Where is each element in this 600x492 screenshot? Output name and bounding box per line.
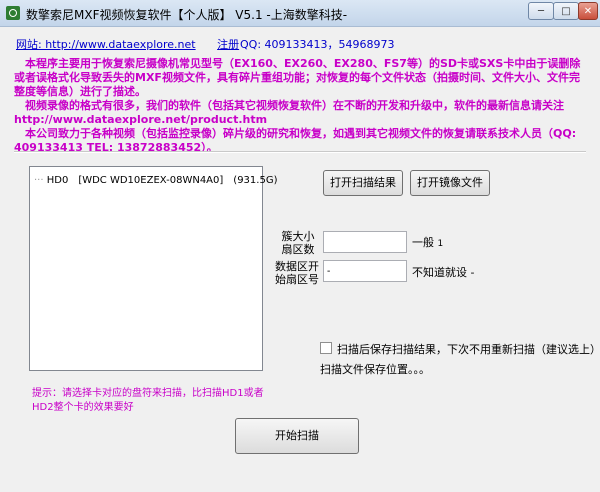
tree-item-label: HD0 [WDC WD10EZEX-08WN4A0] (931.5G) bbox=[46, 175, 278, 186]
links-row: 网站: http://www.dataexplore.net 注册 bbox=[16, 36, 239, 52]
data-start-sector-label: 数据区开 始扇区号 bbox=[275, 260, 319, 286]
tree-item-hd0[interactable]: ··· HD0 [WDC WD10EZEX-08WN4A0] (931.5G) bbox=[34, 171, 277, 186]
save-after-scan-label[interactable]: 扫描后保存扫描结果，下次不用重新扫描（建议选上） bbox=[337, 341, 600, 357]
cluster-size-hint: 一般 1 bbox=[412, 234, 443, 250]
description-paragraph-1: 本程序主要用于恢复索尼摄像机常见型号（EX160、EX260、EX280、FS7… bbox=[14, 57, 581, 98]
cluster-size-hint-text: 一般 bbox=[412, 236, 434, 249]
minimize-button[interactable]: ─ bbox=[528, 2, 554, 20]
maximize-button[interactable]: □ bbox=[553, 2, 579, 20]
cluster-size-input[interactable] bbox=[323, 231, 407, 253]
save-location-label[interactable]: 扫描文件保存位置。。。 bbox=[320, 361, 430, 377]
description-paragraph-2: 视频录像的格式有很多，我们的软件（包括其它视频恢复软件）在不断的开发和升级中，软… bbox=[14, 99, 564, 126]
tree-connector-icon: ··· bbox=[34, 175, 44, 186]
window-title: 数擎索尼MXF视频恢复软件【个人版】 V5.1 -上海数擎科技- bbox=[26, 8, 348, 22]
data-start-sector-hint: 不知道就设 - bbox=[412, 266, 475, 279]
open-scan-result-button[interactable]: 打开扫描结果 bbox=[323, 170, 403, 196]
open-image-file-button[interactable]: 打开镜像文件 bbox=[410, 170, 490, 196]
title-bar: 数擎索尼MXF视频恢复软件【个人版】 V5.1 -上海数擎科技- ─ □ ✕ bbox=[0, 0, 600, 27]
disk-tree[interactable]: ··· HD0 [WDC WD10EZEX-08WN4A0] (931.5G) bbox=[29, 166, 277, 371]
tip-text: 提示：请选择卡对应的盘符来扫描，比扫描HD1或者HD2整个卡的效果要好 bbox=[32, 388, 264, 413]
cluster-size-hint-number: 1 bbox=[437, 239, 444, 249]
qq-info: QQ: 409133413，54968973 bbox=[240, 38, 395, 51]
cluster-size-label: 簇大小 扇区数 bbox=[281, 230, 315, 256]
start-scan-button[interactable]: 开始扫描 bbox=[235, 418, 359, 454]
website-link[interactable]: 网站: http://www.dataexplore.net bbox=[16, 38, 196, 51]
register-link[interactable]: 注册 bbox=[217, 38, 239, 51]
description-text: 本程序主要用于恢复索尼摄像机常见型号（EX160、EX260、EX280、FS7… bbox=[14, 57, 590, 155]
close-button[interactable]: ✕ bbox=[578, 2, 598, 20]
save-after-scan-checkbox[interactable] bbox=[320, 342, 332, 354]
divider bbox=[14, 151, 586, 153]
app-icon bbox=[6, 6, 20, 20]
data-start-sector-input[interactable] bbox=[323, 260, 407, 282]
